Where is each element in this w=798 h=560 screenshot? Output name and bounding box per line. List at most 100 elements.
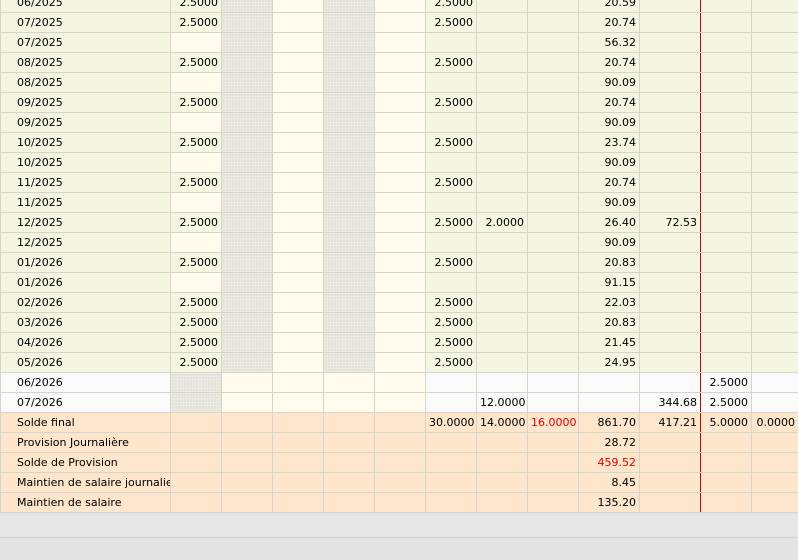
value-cell[interactable]: 2.5000 [171,13,222,33]
value-cell[interactable] [375,473,426,493]
value-cell[interactable] [528,233,579,253]
value-cell[interactable] [324,0,375,13]
value-cell[interactable]: 2.5000 [426,253,477,273]
summary-row[interactable]: Maintien de salaire journalier8.45 [1,473,798,493]
value-cell[interactable] [273,273,324,293]
table-row[interactable]: 07/20252.50002.500020.74 [1,13,798,33]
value-cell[interactable] [426,473,477,493]
table-row[interactable]: 06/20252.50002.500020.59 [1,0,798,13]
value-cell[interactable] [640,133,701,153]
value-cell[interactable]: 90.09 [579,193,640,213]
value-cell[interactable] [752,13,798,33]
value-cell[interactable]: 2.5000 [426,133,477,153]
value-cell[interactable]: 2.5000 [171,253,222,273]
value-cell[interactable] [273,293,324,313]
value-cell[interactable] [222,213,273,233]
value-cell[interactable] [528,293,579,313]
value-cell[interactable] [324,13,375,33]
value-cell[interactable] [477,293,528,313]
value-cell[interactable] [375,73,426,93]
value-cell[interactable] [426,233,477,253]
value-cell[interactable] [324,153,375,173]
value-cell[interactable]: 2.5000 [171,293,222,313]
value-cell[interactable] [528,93,579,113]
value-cell[interactable] [222,33,273,53]
value-cell[interactable] [171,113,222,133]
table-row[interactable]: 10/202590.09 [1,153,798,173]
value-cell[interactable] [752,133,798,153]
value-cell[interactable] [640,253,701,273]
value-cell[interactable] [701,173,752,193]
value-cell[interactable] [752,473,798,493]
value-cell[interactable] [426,373,477,393]
value-cell[interactable] [528,133,579,153]
value-cell[interactable] [324,493,375,513]
value-cell[interactable] [375,313,426,333]
value-cell[interactable] [273,253,324,273]
value-cell[interactable]: 2.5000 [171,333,222,353]
value-cell[interactable] [222,313,273,333]
value-cell[interactable] [324,33,375,53]
value-cell[interactable] [222,293,273,313]
value-cell[interactable] [426,33,477,53]
table-row[interactable]: 10/20252.50002.500023.74 [1,133,798,153]
value-cell[interactable] [171,473,222,493]
value-cell[interactable] [375,213,426,233]
value-cell[interactable] [528,113,579,133]
value-cell[interactable] [752,333,798,353]
value-cell[interactable]: 20.74 [579,173,640,193]
value-cell[interactable] [701,13,752,33]
value-cell[interactable] [477,493,528,513]
value-cell[interactable] [375,433,426,453]
summary-row[interactable]: Provision Journalière28.72 [1,433,798,453]
value-cell[interactable]: 23.74 [579,133,640,153]
value-cell[interactable]: 20.83 [579,313,640,333]
value-cell[interactable]: 2.5000 [701,373,752,393]
value-cell[interactable] [528,313,579,333]
value-cell[interactable] [375,193,426,213]
value-cell[interactable] [477,453,528,473]
table-row[interactable]: 05/20262.50002.500024.95 [1,353,798,373]
value-cell[interactable] [528,193,579,213]
value-cell[interactable] [701,0,752,13]
value-cell[interactable]: 24.95 [579,353,640,373]
value-cell[interactable] [171,193,222,213]
table-row[interactable]: 06/20262.5000 [1,373,798,393]
value-cell[interactable] [426,433,477,453]
value-cell[interactable] [222,353,273,373]
value-cell[interactable] [273,333,324,353]
period-cell[interactable]: 04/2026 [1,333,171,353]
value-cell[interactable] [375,333,426,353]
value-cell[interactable] [701,453,752,473]
value-cell[interactable]: 2.5000 [171,133,222,153]
value-cell[interactable]: 2.5000 [171,93,222,113]
value-cell[interactable]: 2.5000 [426,53,477,73]
value-cell[interactable] [528,493,579,513]
period-cell[interactable]: 08/2025 [1,73,171,93]
period-cell[interactable]: 07/2025 [1,33,171,53]
value-cell[interactable] [324,233,375,253]
table-row[interactable]: 07/202612.0000344.682.5000 [1,393,798,413]
value-cell[interactable] [752,373,798,393]
value-cell[interactable] [640,73,701,93]
value-cell[interactable]: 20.83 [579,253,640,273]
value-cell[interactable]: 56.32 [579,33,640,53]
value-cell[interactable] [528,333,579,353]
value-cell[interactable] [324,253,375,273]
value-cell[interactable]: 0.0000 [752,413,798,433]
period-cell[interactable]: 07/2026 [1,393,171,413]
value-cell[interactable] [222,93,273,113]
value-cell[interactable] [701,253,752,273]
table-row[interactable]: 11/20252.50002.500020.74 [1,173,798,193]
value-cell[interactable] [477,373,528,393]
value-cell[interactable]: 90.09 [579,73,640,93]
value-cell[interactable] [324,393,375,413]
value-cell[interactable] [171,273,222,293]
value-cell[interactable] [273,13,324,33]
value-cell[interactable] [528,473,579,493]
value-cell[interactable] [752,433,798,453]
row-label[interactable]: Solde de Provision [1,453,171,473]
value-cell[interactable] [752,253,798,273]
value-cell[interactable] [477,93,528,113]
period-cell[interactable]: 08/2025 [1,53,171,73]
